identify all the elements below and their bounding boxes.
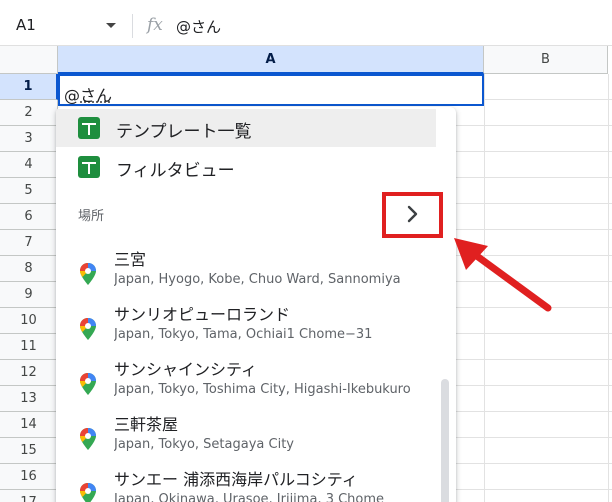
place-item[interactable]: サンシャインシティ Japan, Tokyo, Toshima City, Hi… — [56, 354, 446, 410]
annotation-arrow-icon — [454, 238, 552, 312]
row-header[interactable]: 8 — [0, 256, 58, 282]
maps-pin-icon — [80, 263, 96, 285]
row-header[interactable]: 4 — [0, 152, 58, 178]
place-address: Japan, Tokyo, Setagaya City — [114, 437, 294, 452]
row-header[interactable]: 14 — [0, 412, 58, 438]
place-item[interactable]: サンリオピューロランド Japan, Tokyo, Tama, Ochiai1 … — [56, 299, 446, 355]
select-all-corner[interactable] — [0, 46, 58, 74]
place-item[interactable]: 三宮 Japan, Hyogo, Kobe, Chuo Ward, Sannom… — [56, 244, 446, 300]
row-header[interactable]: 7 — [0, 230, 58, 256]
column-header-b[interactable]: B — [484, 46, 608, 74]
place-name: 三宮 — [114, 250, 147, 269]
maps-pin-icon — [80, 483, 96, 502]
typed-query: さん — [80, 86, 113, 105]
annotation-highlight-box — [382, 192, 443, 238]
row-header[interactable]: 12 — [0, 360, 58, 386]
command-label: テンプレート一覧 — [116, 122, 252, 142]
row-header[interactable]: 15 — [0, 438, 58, 464]
formula-input[interactable]: @さん — [176, 16, 221, 37]
place-name: サンエー 浦添西海岸パルコシティ — [114, 470, 358, 489]
place-address: Japan, Hyogo, Kobe, Chuo Ward, Sannomiya — [114, 272, 401, 287]
place-item[interactable]: 三軒茶屋 Japan, Tokyo, Setagaya City — [56, 409, 446, 465]
command-filter-view[interactable]: フィルタビュー — [56, 148, 436, 186]
place-address: Japan, Tokyo, Tama, Ochiai1 Chome−31 — [114, 327, 373, 342]
row-header[interactable]: 17 — [0, 490, 58, 502]
column-divider — [608, 74, 609, 502]
row-header[interactable]: 13 — [0, 386, 58, 412]
place-address: Japan, Okinawa, Urasoe, Irijima, 3 Chome — [114, 492, 385, 502]
maps-pin-icon — [80, 373, 96, 395]
smart-chip-dropdown: テンプレート一覧 フィルタビュー 場所 三宮 Japan, Hyogo, Kob… — [56, 107, 456, 502]
row-header[interactable]: 11 — [0, 334, 58, 360]
name-box[interactable]: A1 — [16, 16, 36, 34]
formula-bar-divider — [132, 14, 133, 38]
place-name: 三軒茶屋 — [114, 415, 179, 434]
place-name: サンリオピューロランド — [114, 305, 291, 324]
name-box-dropdown-icon[interactable] — [106, 23, 116, 28]
place-name: サンシャインシティ — [114, 360, 258, 379]
column-header-a[interactable]: A — [58, 46, 484, 74]
active-cell-a1[interactable]: @さん — [58, 74, 484, 106]
row-header[interactable]: 1 — [0, 74, 58, 100]
row-header[interactable]: 16 — [0, 464, 58, 490]
section-label-places: 場所 — [78, 209, 105, 224]
sheets-icon — [78, 156, 100, 178]
place-address: Japan, Tokyo, Toshima City, Higashi-Ikeb… — [114, 382, 411, 397]
formula-bar: A1 fx @さん — [0, 0, 612, 46]
place-item[interactable]: サンエー 浦添西海岸パルコシティ Japan, Okinawa, Urasoe,… — [56, 464, 446, 502]
cell-editor-text[interactable]: @さん — [64, 82, 112, 106]
row-header[interactable]: 9 — [0, 282, 58, 308]
row-headers: 1 2 3 4 5 6 7 8 9 10 11 12 13 14 15 16 1… — [0, 74, 58, 502]
fx-icon: fx — [147, 15, 163, 35]
maps-pin-icon — [80, 318, 96, 340]
dropdown-scrollbar[interactable] — [441, 379, 449, 502]
row-header[interactable]: 5 — [0, 178, 58, 204]
row-header[interactable]: 2 — [0, 100, 58, 126]
at-symbol: @ — [64, 86, 80, 105]
command-template-list[interactable]: テンプレート一覧 — [56, 109, 436, 147]
row-header[interactable]: 10 — [0, 308, 58, 334]
row-header[interactable]: 6 — [0, 204, 58, 230]
command-label: フィルタビュー — [116, 161, 235, 181]
sheets-icon — [78, 117, 100, 139]
maps-pin-icon — [80, 428, 96, 450]
row-header[interactable]: 3 — [0, 126, 58, 152]
